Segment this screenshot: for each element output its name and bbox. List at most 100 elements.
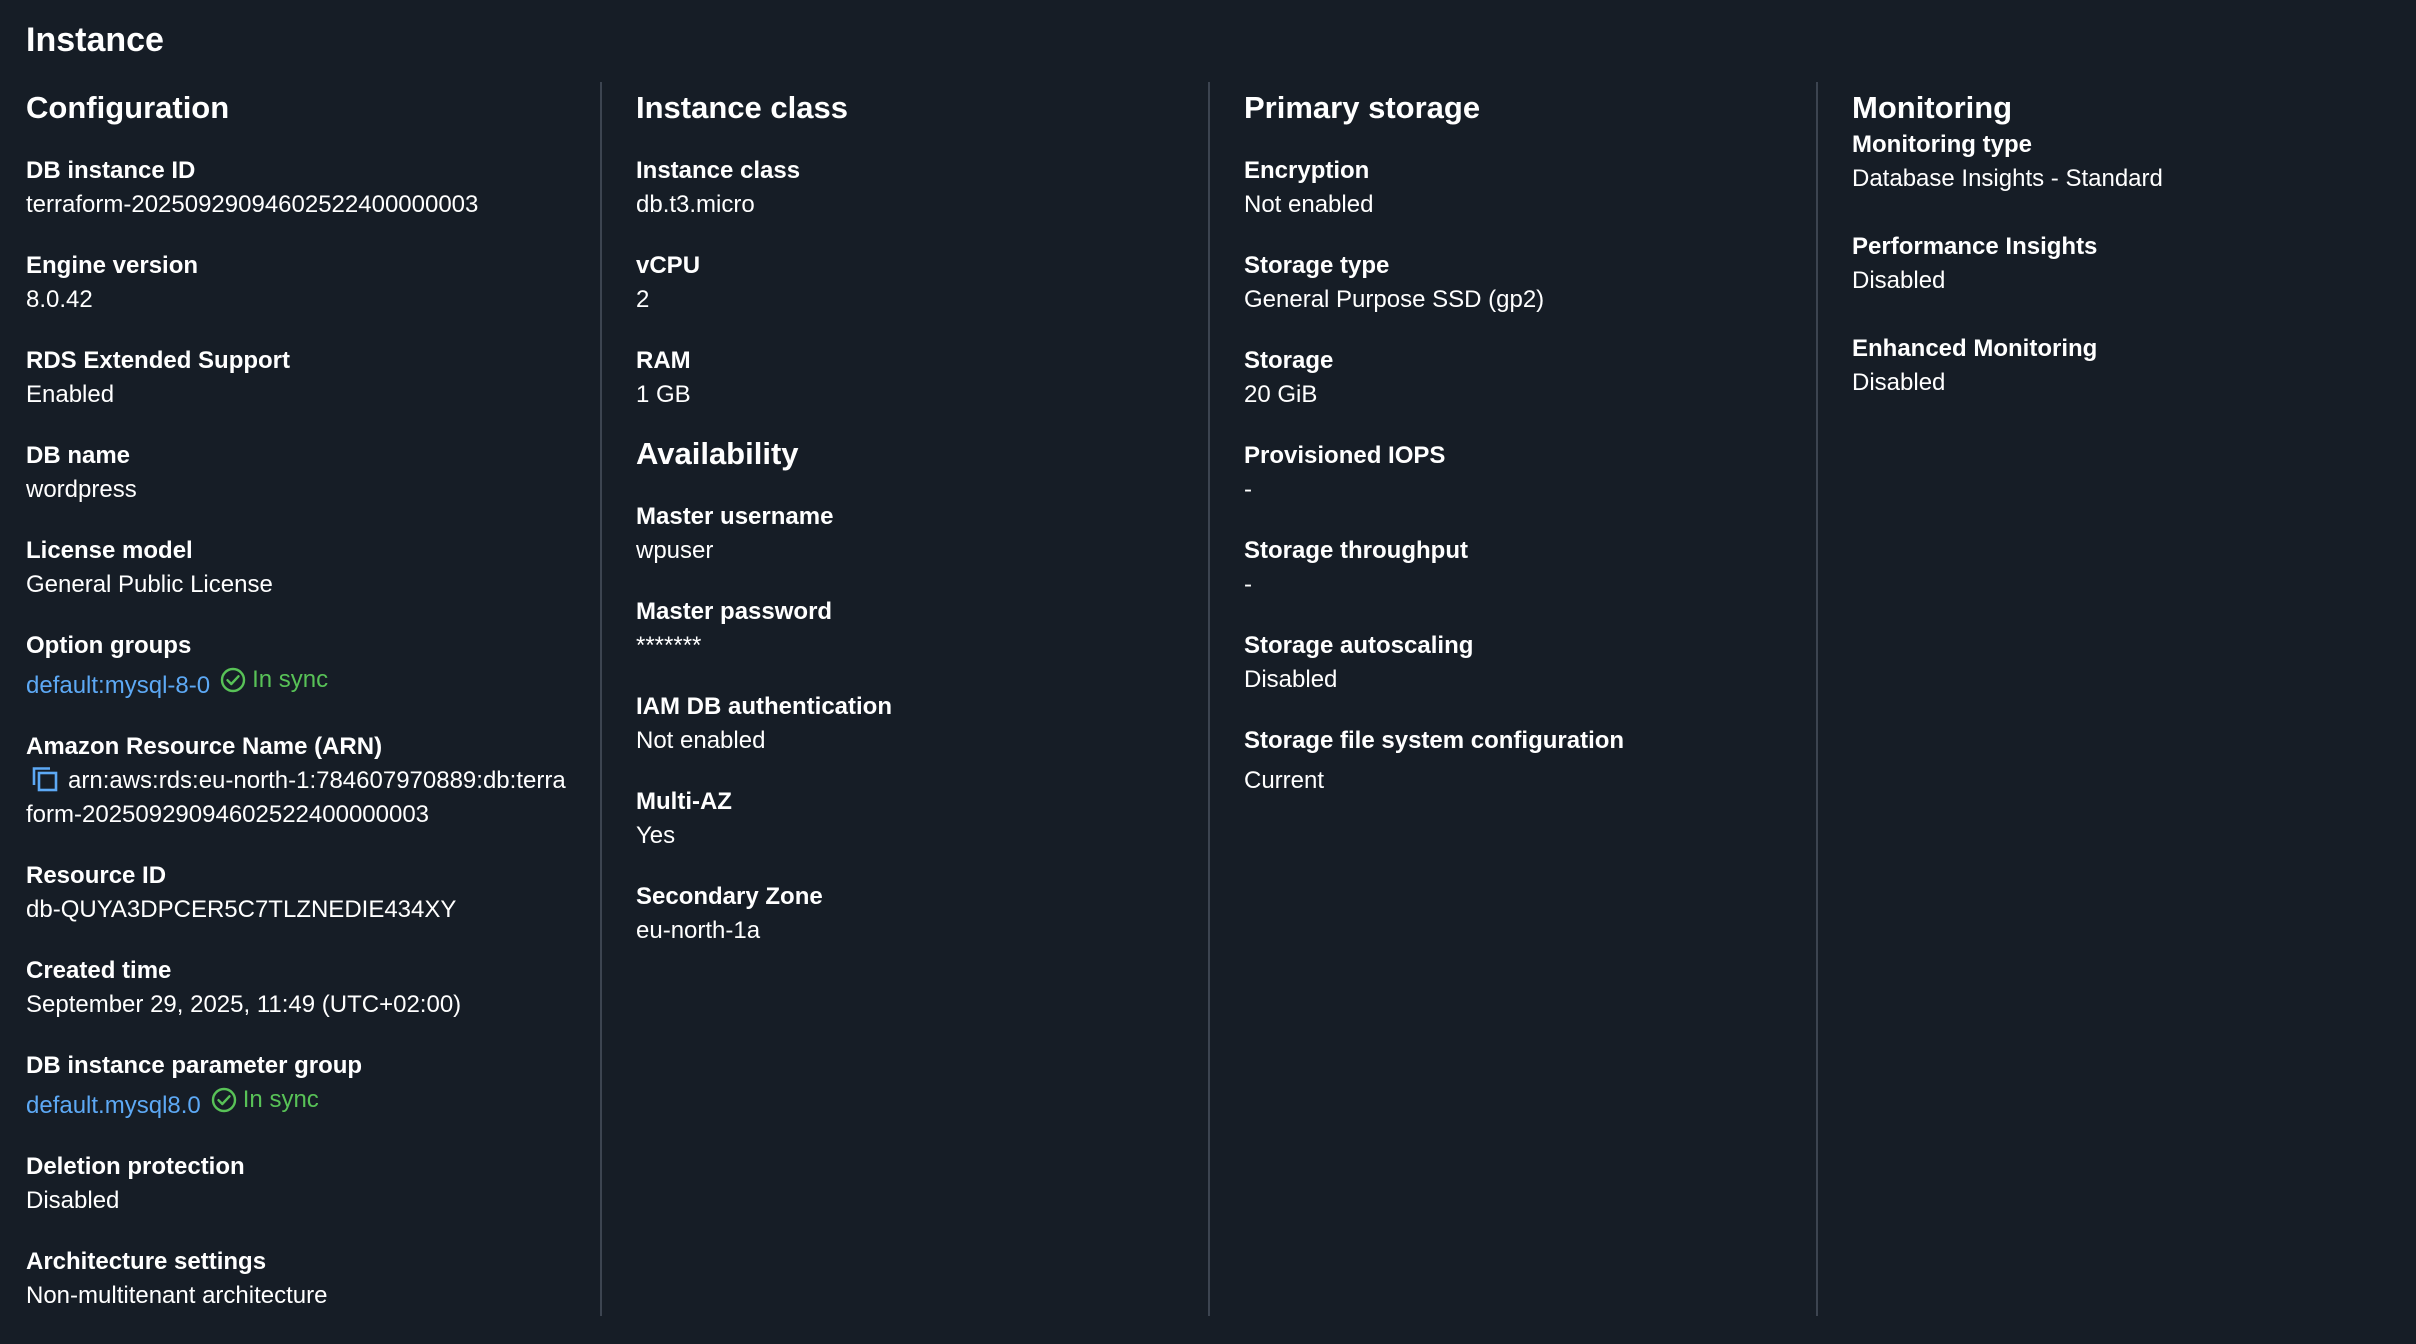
storage-autoscaling-field: Storage autoscaling Disabled xyxy=(1244,629,1804,697)
option-group-sync-text: In sync xyxy=(252,666,329,693)
extended-support-value: Enabled xyxy=(26,381,115,408)
engine-version-field: Engine version 8.0.42 xyxy=(26,249,586,317)
parameter-group-link[interactable]: default.mysql8.0 xyxy=(26,1092,201,1119)
encryption-field: Encryption Not enabled xyxy=(1244,154,1804,222)
column-divider xyxy=(1208,82,1210,1316)
storage-field: Storage 20 GiB xyxy=(1244,344,1804,412)
arn-field: Amazon Resource Name (ARN) arn:aws:rds:e… xyxy=(26,730,586,832)
performance-insights-label: Performance Insights xyxy=(1852,233,2098,260)
architecture-field: Architecture settings Non-multitenant ar… xyxy=(26,1245,586,1313)
parameter-group-value: default.mysql8.0 In sync xyxy=(26,1083,586,1123)
master-password-label: Master password xyxy=(636,598,833,625)
secondary-zone-field: Secondary Zone eu-north-1a xyxy=(636,880,1196,948)
storage-label: Storage xyxy=(1244,347,1334,374)
primary-storage-column: Primary storage Encryption Not enabled S… xyxy=(1244,82,1804,1316)
ram-value: 1 GB xyxy=(636,381,691,408)
storage-throughput-field: Storage throughput - xyxy=(1244,534,1804,602)
storage-throughput-label: Storage throughput xyxy=(1244,537,1468,564)
monitoring-heading: Monitoring xyxy=(1852,90,2013,125)
created-time-value: September 29, 2025, 11:49 (UTC+02:00) xyxy=(26,991,462,1018)
storage-type-field: Storage type General Purpose SSD (gp2) xyxy=(1244,249,1804,317)
parameter-group-sync-text: In sync xyxy=(242,1086,319,1113)
db-name-label: DB name xyxy=(26,442,131,469)
encryption-value: Not enabled xyxy=(1244,191,1374,218)
instance-class-label: Instance class xyxy=(636,157,801,184)
engine-version-value: 8.0.42 xyxy=(26,286,93,313)
master-username-field: Master username wpuser xyxy=(636,500,1196,568)
copy-icon[interactable] xyxy=(30,766,60,792)
vcpu-value: 2 xyxy=(636,286,650,313)
db-instance-id-field: DB instance ID terraform-202509290946025… xyxy=(26,154,586,222)
fs-config-field: Storage file system configuration Curren… xyxy=(1244,724,1804,798)
option-groups-label: Option groups xyxy=(26,632,192,659)
option-group-link[interactable]: default:mysql-8-0 xyxy=(26,672,210,699)
arn-label: Amazon Resource Name (ARN) xyxy=(26,733,383,760)
instance-class-value: db.t3.micro xyxy=(636,191,755,218)
enhanced-monitoring-value: Disabled xyxy=(1852,369,1946,396)
provisioned-iops-field: Provisioned IOPS - xyxy=(1244,439,1804,507)
db-instance-id-label: DB instance ID xyxy=(26,157,196,184)
arn-value-row: arn:aws:rds:eu-north-1:784607970889:db:t… xyxy=(26,764,571,832)
architecture-value: Non-multitenant architecture xyxy=(26,1282,328,1309)
iam-auth-field: IAM DB authentication Not enabled xyxy=(636,690,1196,758)
storage-autoscaling-value: Disabled xyxy=(1244,666,1338,693)
resource-id-value: db-QUYA3DPCER5C7TLZNEDIE434XY xyxy=(26,896,457,923)
provisioned-iops-label: Provisioned IOPS xyxy=(1244,442,1446,469)
enhanced-monitoring-field: Enhanced Monitoring Disabled xyxy=(1852,332,2392,400)
arn-value: arn:aws:rds:eu-north-1:784607970889:db:t… xyxy=(26,767,566,828)
license-model-field: License model General Public License xyxy=(26,534,586,602)
parameter-group-field: DB instance parameter group default.mysq… xyxy=(26,1049,586,1123)
deletion-protection-label: Deletion protection xyxy=(26,1153,245,1180)
created-time-field: Created time September 29, 2025, 11:49 (… xyxy=(26,954,586,1022)
ram-label: RAM xyxy=(636,347,691,374)
primary-storage-heading: Primary storage xyxy=(1244,90,1481,125)
secondary-zone-value: eu-north-1a xyxy=(636,917,761,944)
db-name-value: wordpress xyxy=(26,476,137,503)
availability-heading: Availability xyxy=(636,436,799,471)
page-title: Instance xyxy=(26,21,164,59)
multi-az-value: Yes xyxy=(636,822,676,849)
deletion-protection-field: Deletion protection Disabled xyxy=(26,1150,586,1218)
db-name-field: DB name wordpress xyxy=(26,439,586,507)
resource-id-field: Resource ID db-QUYA3DPCER5C7TLZNEDIE434X… xyxy=(26,859,586,927)
vcpu-label: vCPU xyxy=(636,252,701,279)
monitoring-type-field: Monitoring type Database Insights - Stan… xyxy=(1852,128,2392,196)
option-groups-value: default:mysql-8-0 In sync xyxy=(26,663,586,703)
monitoring-type-label: Monitoring type xyxy=(1852,131,2032,158)
secondary-zone-label: Secondary Zone xyxy=(636,883,823,910)
multi-az-field: Multi-AZ Yes xyxy=(636,785,1196,853)
monitoring-column: Monitoring Monitoring type Database Insi… xyxy=(1852,82,2392,1316)
db-instance-id-value: terraform-20250929094602522400000003 xyxy=(26,191,479,218)
master-username-label: Master username xyxy=(636,503,834,530)
column-divider xyxy=(600,82,602,1316)
performance-insights-field: Performance Insights Disabled xyxy=(1852,230,2392,298)
storage-type-value: General Purpose SSD (gp2) xyxy=(1244,286,1545,313)
multi-az-label: Multi-AZ xyxy=(636,788,732,815)
monitoring-type-value: Database Insights - Standard xyxy=(1852,165,2163,192)
storage-value: 20 GiB xyxy=(1244,381,1318,408)
provisioned-iops-value: - xyxy=(1244,476,1252,503)
encryption-label: Encryption xyxy=(1244,157,1370,184)
iam-auth-label: IAM DB authentication xyxy=(636,693,892,720)
enhanced-monitoring-label: Enhanced Monitoring xyxy=(1852,335,2098,362)
fs-config-value: Current xyxy=(1244,767,1325,794)
vcpu-field: vCPU 2 xyxy=(636,249,1196,317)
created-time-label: Created time xyxy=(26,957,172,984)
storage-type-label: Storage type xyxy=(1244,252,1390,279)
check-circle-icon xyxy=(211,1087,236,1113)
performance-insights-value: Disabled xyxy=(1852,267,1946,294)
resource-id-label: Resource ID xyxy=(26,862,167,889)
parameter-group-label: DB instance parameter group xyxy=(26,1052,363,1079)
storage-throughput-value: - xyxy=(1244,571,1252,598)
master-password-field: Master password ******* xyxy=(636,595,1196,663)
check-circle-icon xyxy=(220,667,246,693)
license-model-label: License model xyxy=(26,537,193,564)
parameter-group-sync-status: In sync xyxy=(211,1083,319,1117)
configuration-column: Configuration DB instance ID terraform-2… xyxy=(26,82,586,1316)
instance-class-field: Instance class db.t3.micro xyxy=(636,154,1196,222)
master-password-value: ******* xyxy=(636,632,702,659)
instance-class-column: Instance class Instance class db.t3.micr… xyxy=(636,82,1196,1316)
option-groups-field: Option groups default:mysql-8-0 In sync xyxy=(26,629,586,703)
iam-auth-value: Not enabled xyxy=(636,727,766,754)
ram-field: RAM 1 GB xyxy=(636,344,1196,412)
